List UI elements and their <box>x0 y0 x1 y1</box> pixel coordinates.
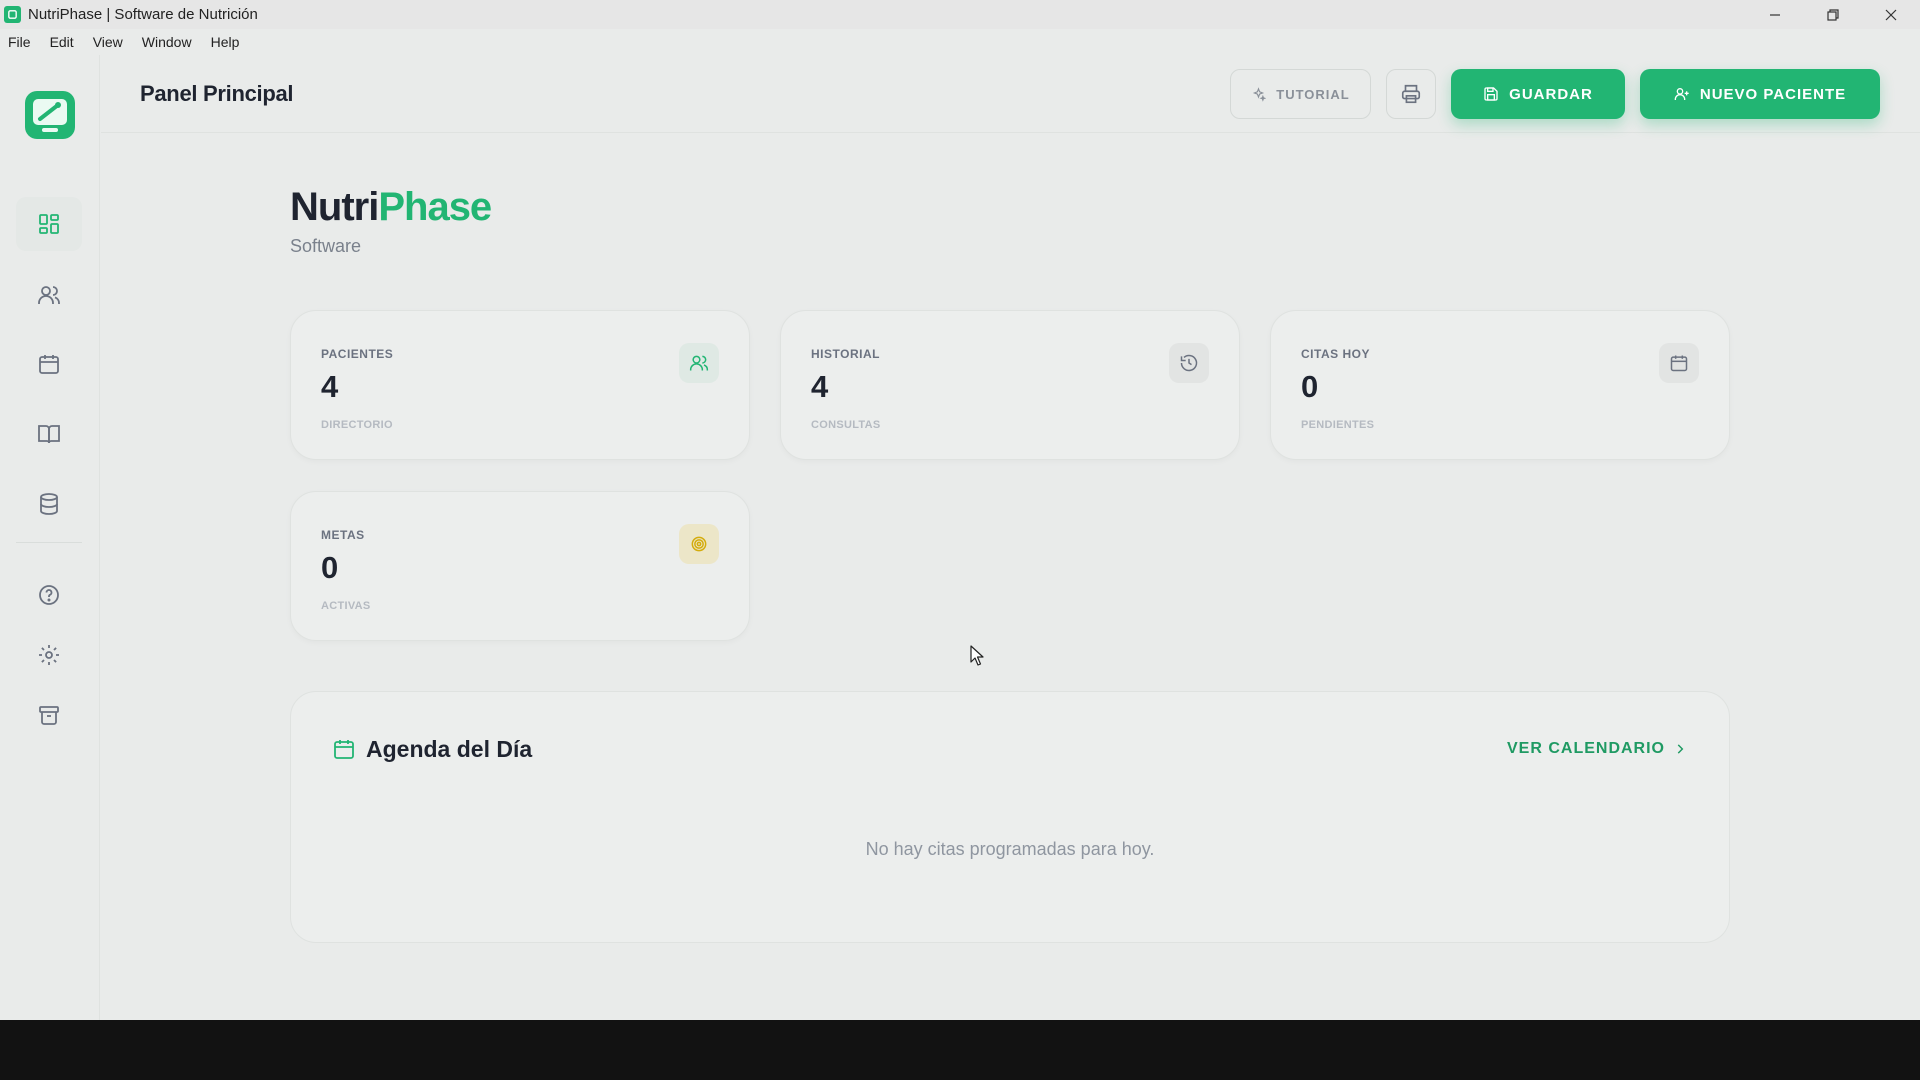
menu-window[interactable]: Window <box>142 34 192 50</box>
printer-icon <box>1401 84 1421 104</box>
sidebar <box>0 55 100 1020</box>
gear-icon <box>39 645 59 665</box>
sidebar-item-settings[interactable] <box>16 628 82 682</box>
agenda-panel: Agenda del Día VER CALENDARIO No hay cit… <box>290 691 1730 943</box>
history-icon <box>1169 343 1209 383</box>
stat-card-history[interactable]: HISTORIAL 4 CONSULTAS <box>780 310 1240 460</box>
calendar-icon <box>1659 343 1699 383</box>
stat-sub: ACTIVAS <box>321 600 371 612</box>
close-icon <box>1885 9 1897 20</box>
dashboard-icon <box>39 214 59 234</box>
stat-label: METAS <box>321 528 365 542</box>
mouse-cursor-icon <box>970 645 984 666</box>
window-titlebar: NutriPhase | Software de Nutrición <box>0 0 1920 29</box>
database-icon <box>40 493 58 515</box>
stat-value: 0 <box>321 550 339 585</box>
view-calendar-link[interactable]: VER CALENDARIO <box>1507 740 1687 758</box>
sidebar-divider <box>16 542 82 543</box>
brand-wordmark: NutriPhase <box>290 185 492 230</box>
page-header: Panel Principal TUTORIAL GUARDAR NUEVO P… <box>101 55 1920 133</box>
agenda-empty-message: No hay citas programadas para hoy. <box>865 839 1155 859</box>
stat-card-appointments[interactable]: CITAS HOY 0 PENDIENTES <box>1270 310 1730 460</box>
print-button[interactable] <box>1386 69 1436 119</box>
stat-sub: PENDIENTES <box>1301 419 1375 431</box>
menu-file[interactable]: File <box>8 34 31 50</box>
menu-edit[interactable]: Edit <box>50 34 74 50</box>
help-circle-icon <box>39 585 59 605</box>
sidebar-item-calendar[interactable] <box>16 337 82 391</box>
brand-name-part1: Nutri <box>290 185 379 229</box>
archive-icon <box>39 706 59 725</box>
stat-value: 4 <box>321 369 339 404</box>
menu-bar: File Edit View Window Help <box>0 29 1920 55</box>
menu-help[interactable]: Help <box>211 34 240 50</box>
stat-label: PACIENTES <box>321 347 394 361</box>
users-icon <box>38 286 60 304</box>
view-calendar-label: VER CALENDARIO <box>1506 740 1665 757</box>
minimize-icon <box>1770 13 1780 16</box>
target-icon <box>679 524 719 564</box>
stat-card-patients[interactable]: PACIENTES 4 DIRECTORIO <box>290 310 750 460</box>
sidebar-item-patients[interactable] <box>16 268 82 322</box>
page-title: Panel Principal <box>140 81 294 106</box>
minimize-button[interactable] <box>1746 0 1804 29</box>
stat-label: CITAS HOY <box>1301 347 1370 361</box>
new-patient-button[interactable]: NUEVO PACIENTE <box>1640 69 1880 119</box>
app-logo[interactable] <box>20 85 80 145</box>
sidebar-item-dashboard[interactable] <box>16 197 82 251</box>
tutorial-label: TUTORIAL <box>1276 86 1350 102</box>
new-patient-label: NUEVO PACIENTE <box>1699 85 1847 103</box>
window-title: NutriPhase | Software de Nutrición <box>28 6 258 23</box>
tutorial-button[interactable]: TUTORIAL <box>1230 69 1371 119</box>
calendar-icon <box>334 740 354 759</box>
stat-value: 4 <box>811 369 829 404</box>
save-button[interactable]: GUARDAR <box>1451 69 1625 119</box>
sidebar-item-database[interactable] <box>16 477 82 531</box>
stat-value: 0 <box>1301 369 1319 404</box>
agenda-title: Agenda del Día <box>366 736 533 762</box>
save-icon <box>1484 87 1498 101</box>
restore-icon <box>1827 8 1839 21</box>
stat-card-goals[interactable]: METAS 0 ACTIVAS <box>290 491 750 641</box>
chevron-right-icon <box>1677 744 1684 754</box>
brand-name-part2: Phase <box>378 185 492 229</box>
maximize-button[interactable] <box>1804 0 1862 29</box>
bottom-bar <box>0 1020 1920 1080</box>
close-button[interactable] <box>1862 0 1920 29</box>
stat-sub: DIRECTORIO <box>321 419 393 431</box>
sidebar-item-library[interactable] <box>16 407 82 461</box>
users-icon <box>679 343 719 383</box>
brand-subtitle: Software <box>290 236 362 256</box>
calendar-icon <box>39 355 59 374</box>
book-open-icon <box>38 425 60 444</box>
menu-view[interactable]: View <box>93 34 123 50</box>
user-plus-icon <box>1674 88 1689 100</box>
stat-label: HISTORIAL <box>811 347 880 361</box>
save-label: GUARDAR <box>1509 85 1593 103</box>
sidebar-item-help[interactable] <box>16 568 82 622</box>
window-controls <box>1746 0 1920 29</box>
sidebar-item-archive[interactable] <box>16 688 82 742</box>
sparkles-icon <box>1253 86 1267 102</box>
app-icon <box>4 6 21 23</box>
stat-sub: CONSULTAS <box>811 419 881 431</box>
